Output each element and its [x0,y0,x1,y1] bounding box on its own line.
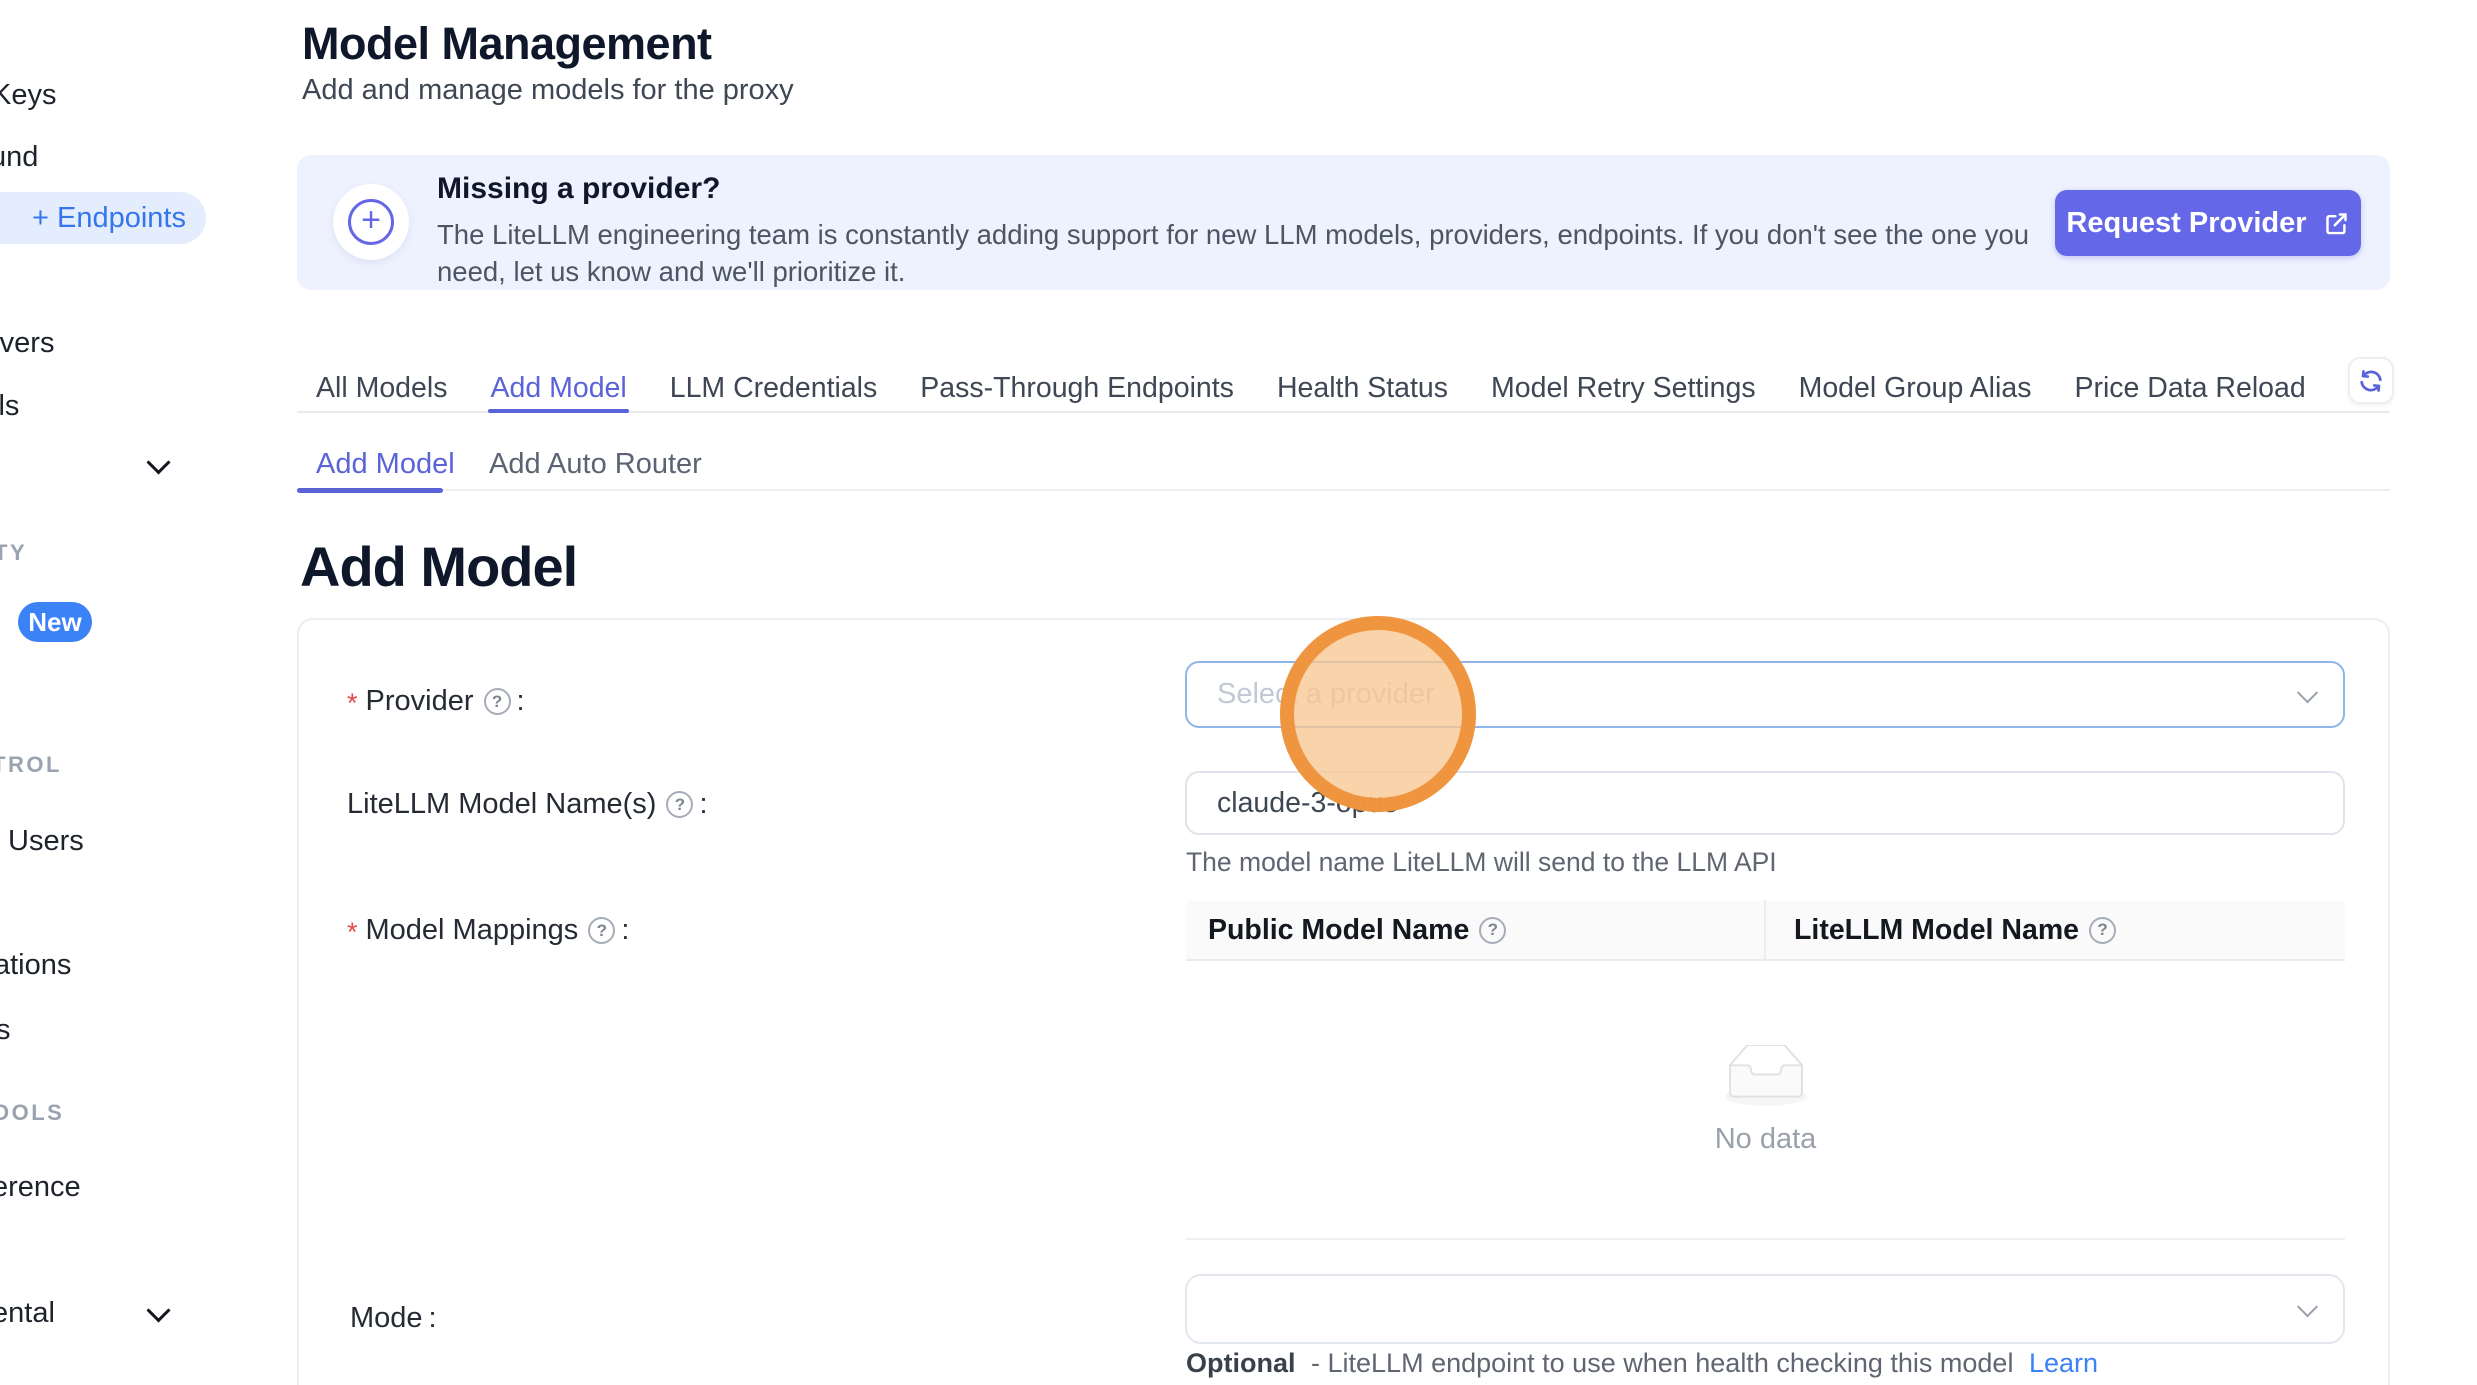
provider-select[interactable]: Select a provider [1185,661,2345,728]
page-subtitle: Add and manage models for the proxy [302,74,794,107]
litellm-model-name-header-text: LiteLLM Model Name [1794,914,2079,947]
mode-helper-prefix: Optional [1186,1348,1296,1378]
help-icon[interactable]: ? [484,688,511,715]
sidebar-item-endpoints-label: + Endpoints [32,202,186,235]
page: Keys und + Endpoints rvers ils TY New TR… [0,0,2477,1385]
banner-title: Missing a provider? [437,172,720,206]
external-link-icon [2323,210,2350,237]
missing-provider-banner: + Missing a provider? The LiteLLM engine… [297,155,2390,290]
tab-add-model[interactable]: Add Model [490,366,626,411]
litellm-model-name-column: LiteLLM Model Name ? [1764,900,2345,960]
tab-all-models[interactable]: All Models [316,366,447,411]
refresh-icon [2357,367,2385,395]
empty-box-icon [1716,1045,1816,1109]
chevron-down-icon [146,450,170,474]
model-name-label-text: LiteLLM Model Name(s) [347,788,656,821]
add-model-heading: Add Model [300,534,577,599]
mappings-empty-state: No data [1186,963,2345,1240]
sidebar-item-guardrails[interactable]: ils [0,390,19,423]
model-name-label: LiteLLM Model Name(s) ? : [347,788,708,821]
refresh-button[interactable] [2348,357,2394,404]
mode-label: Mode : [350,1302,437,1335]
chevron-down-icon [146,1298,170,1322]
model-mappings-label: * Model Mappings ? : [347,913,629,948]
model-name-helper: The model name LiteLLM will send to the … [1186,847,1777,878]
sidebar-section-control: TROL [0,752,62,778]
tab-llm-credentials[interactable]: LLM Credentials [670,366,878,411]
help-icon[interactable]: ? [2089,917,2116,944]
sidebar-item-reference[interactable]: erence [0,1171,81,1204]
sidebar-item-users[interactable]: Users [8,825,84,858]
public-model-name-column: Public Model Name ? [1186,914,1764,947]
subtab-add-auto-router[interactable]: Add Auto Router [489,441,702,487]
page-title: Model Management [302,18,712,70]
model-name-input[interactable] [1185,771,2345,835]
tab-price-data-reload[interactable]: Price Data Reload [2074,366,2305,411]
provider-label-text: Provider [366,685,474,718]
provider-select-placeholder: Select a provider [1217,678,1435,711]
banner-icon-circle: + [333,184,409,260]
help-icon[interactable]: ? [588,917,615,944]
add-model-subtabs: Add Model Add Auto Router [297,441,2390,491]
sidebar-item-keys[interactable]: Keys [0,79,56,112]
sidebar-section-observability: TY [0,540,27,566]
mode-select[interactable] [1185,1274,2345,1344]
required-asterisk: * [347,917,358,948]
new-badge: New [18,602,92,642]
no-data-text: No data [1715,1123,1817,1156]
public-model-name-header-text: Public Model Name [1208,914,1469,947]
request-provider-button[interactable]: Request Provider [2055,190,2361,256]
chevron-down-icon [2297,682,2318,703]
help-icon[interactable]: ? [666,791,693,818]
sidebar-section-tools: OOLS [0,1100,64,1126]
sidebar-item-organizations[interactable]: ations [0,949,71,982]
request-provider-label: Request Provider [2066,207,2306,240]
sidebar-item-playground[interactable]: und [0,141,38,174]
tab-health-status[interactable]: Health Status [1277,366,1448,411]
plus-circle-icon: + [348,199,394,245]
required-asterisk: * [347,688,358,719]
mappings-table-header: Public Model Name ? LiteLLM Model Name ? [1186,901,2345,961]
subtab-add-model[interactable]: Add Model [316,441,455,487]
sidebar-item-servers[interactable]: rvers [0,327,54,360]
tab-pass-through-endpoints[interactable]: Pass-Through Endpoints [920,366,1234,411]
model-mappings-label-text: Model Mappings [366,914,579,947]
label-colon: : [517,685,525,718]
label-colon: : [429,1302,437,1335]
provider-label: * Provider ? : [347,684,525,719]
sidebar-item-endpoints-active[interactable]: + Endpoints [0,192,206,244]
label-colon: : [621,914,629,947]
tab-model-group-alias[interactable]: Model Group Alias [1799,366,2032,411]
mode-helper-text: - LiteLLM endpoint to use when health ch… [1311,1348,2013,1378]
mode-label-text: Mode [350,1302,423,1335]
banner-body: The LiteLLM engineering team is constant… [437,216,2037,290]
help-icon[interactable]: ? [1479,917,1506,944]
mode-helper: Optional - LiteLLM endpoint to use when … [1186,1348,2098,1379]
sidebar-item-teams[interactable]: s [0,1014,11,1047]
learn-link[interactable]: Learn [2029,1348,2098,1378]
tab-model-retry-settings[interactable]: Model Retry Settings [1491,366,1756,411]
sidebar-item-experimental[interactable]: ental [0,1297,55,1330]
model-tabs: All Models Add Model LLM Credentials Pas… [297,366,2390,413]
subtab-active-underline [297,488,443,493]
label-colon: : [699,788,707,821]
chevron-down-icon [2297,1296,2318,1317]
